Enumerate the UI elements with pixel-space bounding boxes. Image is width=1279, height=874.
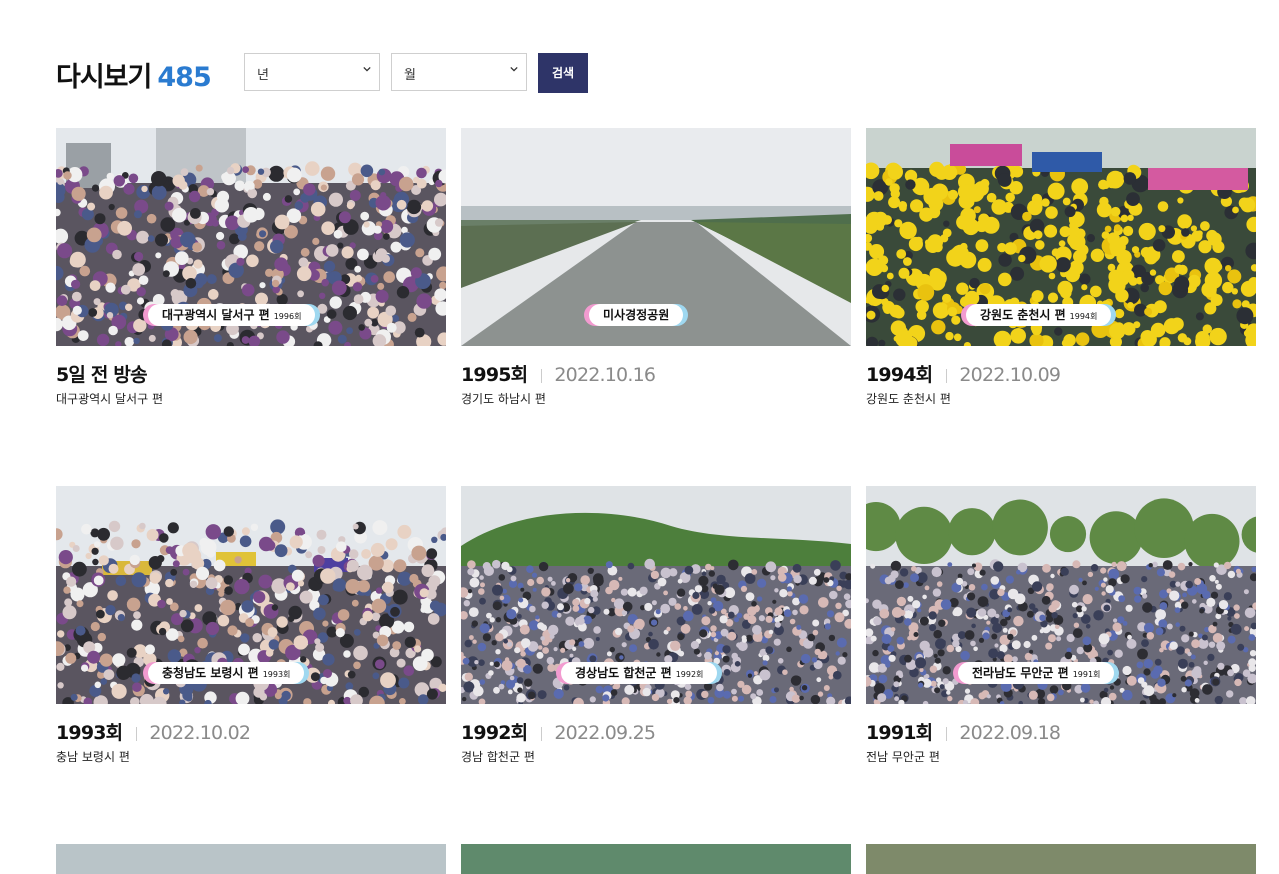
thumbnail-partial[interactable] — [56, 844, 446, 874]
episode-card[interactable]: 경상남도 합천군 편 1992회 1992회 2022.09.25 경남 합천군 편 — [461, 486, 851, 786]
caption-episode: 1996회 — [273, 312, 302, 321]
episode-number: 1991회 — [866, 722, 933, 744]
replay-count: 485 — [157, 62, 211, 93]
broadcast-date: 2022.10.16 — [554, 364, 656, 386]
caption-episode: 1993회 — [262, 670, 291, 679]
year-select[interactable]: 년 — [244, 53, 380, 91]
episode-number: 1992회 — [461, 722, 528, 744]
episode-title[interactable]: 5일 전 방송 — [56, 360, 148, 387]
episode-number: 5일 전 방송 — [56, 364, 148, 386]
month-select-value: 월 — [404, 68, 416, 83]
episode-thumbnail[interactable]: 경상남도 합천군 편 1992회 — [461, 486, 851, 704]
thumbnail-partial[interactable] — [866, 844, 1256, 874]
thumbnail-caption: 미사경정공원 — [589, 304, 684, 326]
episode-number: 1993회 — [56, 722, 123, 744]
thumbnail-caption: 충청남도 보령시 편 1993회 — [148, 662, 305, 684]
title-text: 다시보기 — [56, 62, 152, 93]
episode-subtitle[interactable]: 충남 보령시 편 — [56, 748, 130, 765]
caption-episode: 1994회 — [1069, 312, 1098, 321]
divider — [946, 726, 948, 741]
episode-card[interactable]: 미사경정공원 1995회 2022.10.16 경기도 하남시 편 — [461, 128, 851, 428]
broadcast-date: 2022.10.02 — [149, 722, 251, 744]
episode-number: 1994회 — [866, 364, 933, 386]
caption-text: 미사경정공원 — [603, 308, 670, 322]
episode-title[interactable]: 1991회 2022.09.18 — [866, 718, 1061, 745]
episode-card[interactable]: 전라남도 무안군 편 1991회 1991회 2022.09.18 전남 무안군 편 — [866, 486, 1256, 786]
episode-title[interactable]: 1994회 2022.10.09 — [866, 360, 1061, 387]
divider — [946, 368, 948, 383]
thumbnail-caption: 전라남도 무안군 편 1991회 — [958, 662, 1115, 684]
caption-text: 충청남도 보령시 편 — [162, 666, 259, 680]
episode-title[interactable]: 1995회 2022.10.16 — [461, 360, 656, 387]
episode-title[interactable]: 1992회 2022.09.25 — [461, 718, 656, 745]
caption-text: 경상남도 합천군 편 — [575, 666, 672, 680]
thumbnail-caption: 대구광역시 달서구 편 1996회 — [148, 304, 316, 326]
thumbnail-partial[interactable] — [461, 844, 851, 874]
divider — [541, 368, 543, 383]
caption-episode: 1992회 — [675, 670, 704, 679]
episode-subtitle[interactable]: 경기도 하남시 편 — [461, 390, 546, 407]
episode-thumbnail[interactable]: 미사경정공원 — [461, 128, 851, 346]
episode-number: 1995회 — [461, 364, 528, 386]
divider — [541, 726, 543, 741]
search-button[interactable]: 검색 — [538, 53, 588, 93]
broadcast-date: 2022.10.09 — [959, 364, 1061, 386]
caption-episode: 1991회 — [1072, 670, 1101, 679]
episode-title[interactable]: 1993회 2022.10.02 — [56, 718, 251, 745]
episode-card[interactable]: 충청남도 보령시 편 1993회 1993회 2022.10.02 충남 보령시 편 — [56, 486, 446, 786]
episode-thumbnail[interactable]: 대구광역시 달서구 편 1996회 — [56, 128, 446, 346]
episode-card[interactable]: 대구광역시 달서구 편 1996회 5일 전 방송 대구광역시 달서구 편 — [56, 128, 446, 428]
episode-card[interactable]: 강원도 춘천시 편 1994회 1994회 2022.10.09 강원도 춘천시 편 — [866, 128, 1256, 428]
replay-header: 다시보기 485 년 월 검색 — [56, 52, 1256, 94]
broadcast-date: 2022.09.25 — [554, 722, 656, 744]
divider — [136, 726, 138, 741]
year-select-value: 년 — [257, 68, 269, 83]
caption-text: 대구광역시 달서구 편 — [162, 308, 270, 322]
caption-text: 전라남도 무안군 편 — [972, 666, 1069, 680]
episode-thumbnail[interactable]: 강원도 춘천시 편 1994회 — [866, 128, 1256, 346]
thumbnail-caption: 강원도 춘천시 편 1994회 — [966, 304, 1112, 326]
month-select[interactable]: 월 — [391, 53, 527, 91]
chevron-down-icon — [510, 66, 518, 72]
episode-subtitle[interactable]: 전남 무안군 편 — [866, 748, 940, 765]
page-title: 다시보기 485 — [56, 55, 212, 94]
chevron-down-icon — [363, 66, 371, 72]
episode-thumbnail[interactable]: 전라남도 무안군 편 1991회 — [866, 486, 1256, 704]
episode-thumbnail[interactable]: 충청남도 보령시 편 1993회 — [56, 486, 446, 704]
episode-subtitle[interactable]: 강원도 춘천시 편 — [866, 390, 951, 407]
broadcast-date: 2022.09.18 — [959, 722, 1061, 744]
caption-text: 강원도 춘천시 편 — [980, 308, 1066, 322]
episode-subtitle[interactable]: 경남 합천군 편 — [461, 748, 535, 765]
thumbnail-caption: 경상남도 합천군 편 1992회 — [561, 662, 718, 684]
episode-subtitle[interactable]: 대구광역시 달서구 편 — [56, 390, 163, 407]
